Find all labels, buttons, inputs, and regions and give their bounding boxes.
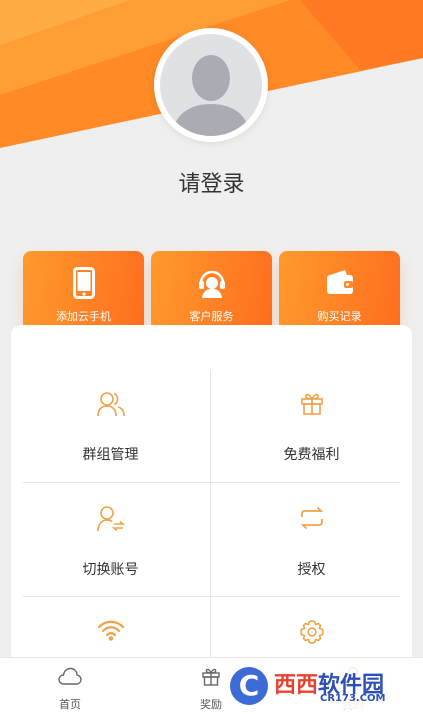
menu-group-management[interactable]: 群组管理	[11, 390, 210, 464]
free-benefits-label: 免费福利	[283, 447, 340, 463]
avatar[interactable]	[154, 28, 268, 142]
users-icon	[96, 392, 125, 417]
default-avatar-icon	[160, 34, 262, 136]
watermark-c-icon: C	[230, 667, 268, 705]
gift-icon	[300, 393, 323, 415]
customer-service-label: 客户服务	[189, 310, 234, 323]
menu-panel	[11, 325, 412, 665]
switch-account-icon	[96, 506, 125, 532]
watermark-name-part1: 西西	[274, 673, 319, 698]
authorize-label: 授权	[297, 562, 326, 578]
menu-divider	[23, 596, 400, 597]
tab-home[interactable]: 首页	[25, 666, 115, 712]
menu-free-benefits[interactable]: 免费福利	[212, 390, 411, 464]
menu-divider	[23, 482, 400, 483]
switch-account-label: 切换账号	[82, 562, 139, 578]
watermark-domain: CR173.COM	[320, 693, 386, 704]
menu-authorize[interactable]: 授权	[212, 505, 411, 579]
settings-gear-icon	[299, 620, 324, 644]
wallet-icon	[326, 270, 353, 294]
purchase-history-label: 购买记录	[317, 310, 362, 323]
menu-divider-vertical	[210, 369, 211, 669]
login-prompt[interactable]: 请登录	[0, 166, 423, 198]
menu-switch-account[interactable]: 切换账号	[11, 505, 210, 579]
group-management-label: 群组管理	[82, 447, 139, 463]
watermark-logo: C 西西软件园 CR173.COM	[228, 665, 410, 709]
add-cloud-phone-label: 添加云手机	[56, 310, 111, 323]
phone-icon	[72, 267, 95, 299]
cloud-icon	[58, 667, 82, 685]
headset-icon	[198, 270, 225, 298]
tab-home-label: 首页	[59, 698, 81, 711]
wifi-icon	[97, 620, 124, 641]
authorize-icon	[300, 506, 323, 530]
gift-icon	[202, 668, 220, 686]
